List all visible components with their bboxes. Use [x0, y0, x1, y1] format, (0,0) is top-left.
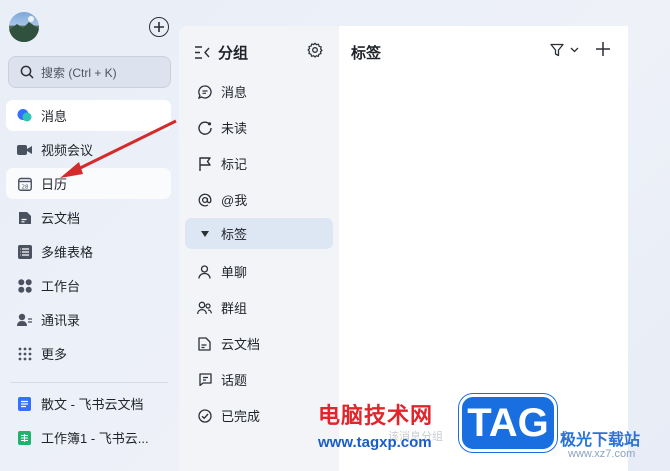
- filter-dropdown[interactable]: [549, 42, 582, 57]
- svg-text:28: 28: [21, 184, 28, 190]
- gear-icon[interactable]: [307, 42, 325, 60]
- nav-item-label: 通讯录: [41, 313, 81, 328]
- nav-item-label: 更多: [41, 347, 68, 362]
- contacts-icon: [17, 312, 32, 327]
- search-input[interactable]: 搜索 (Ctrl + K): [8, 56, 171, 88]
- group-item-direct-chats[interactable]: 单聊: [185, 256, 333, 287]
- person-icon: [197, 264, 212, 279]
- group-item-label: 标签: [221, 227, 248, 242]
- message-icon: [197, 84, 212, 99]
- group-item-messages[interactable]: 消息: [185, 76, 333, 107]
- panel-title: 标签: [351, 45, 382, 62]
- unread-icon: [197, 120, 212, 135]
- group-item-topics[interactable]: 话题: [185, 364, 333, 395]
- group-item-label: 消息: [221, 85, 248, 100]
- nav-item-cloud-docs[interactable]: 云文档: [6, 202, 171, 233]
- nav-item-more[interactable]: 更多: [6, 338, 171, 369]
- avatar[interactable]: [9, 12, 39, 42]
- group-item-label: 话题: [221, 373, 248, 388]
- watermark-url: www.tagxp.com: [318, 434, 432, 451]
- more-dots-icon: [17, 346, 32, 361]
- filter-icon: [549, 42, 564, 57]
- nav-item-workplace[interactable]: 工作台: [6, 270, 171, 301]
- group-item-label: 标记: [221, 157, 248, 172]
- video-camera-icon: [17, 142, 32, 157]
- group-item-mentions[interactable]: @我: [185, 184, 333, 215]
- watermark-site-url: www.xz7.com: [568, 448, 636, 460]
- group-header: 分组: [195, 42, 325, 62]
- create-plus-icon[interactable]: [149, 17, 169, 37]
- group-item-unread[interactable]: 未读: [185, 112, 333, 143]
- cloud-doc-icon: [17, 210, 32, 225]
- topic-icon: [197, 372, 212, 387]
- search-placeholder: 搜索 (Ctrl + K): [41, 65, 117, 80]
- chat-bubble-icon: [17, 108, 32, 123]
- check-circle-icon: [197, 408, 212, 423]
- group-title: 分组: [218, 44, 249, 62]
- group-item-done[interactable]: 已完成: [185, 400, 333, 431]
- divider: [10, 382, 168, 383]
- group-item-flagged[interactable]: 标记: [185, 148, 333, 179]
- nav-item-label: 云文档: [41, 211, 81, 226]
- watermark-tag-logo: TAG: [459, 394, 557, 452]
- watermark-brand: 电脑技术网: [318, 403, 434, 428]
- group-list-panel: 分组 消息 未读 标记 @我 标签 单聊 群组 云文档 话题 已完成: [179, 26, 339, 471]
- table-icon: [17, 244, 32, 259]
- nav-item-calendar[interactable]: 28 日历: [6, 168, 171, 199]
- calendar-icon: 28: [17, 176, 32, 191]
- group-item-label: 单聊: [221, 265, 248, 280]
- group-item-label: 群组: [221, 301, 248, 316]
- left-navigation: 搜索 (Ctrl + K) 消息 视频会议 28 日历 云文档 多维表格 工作台…: [0, 0, 178, 471]
- nav-item-label: 工作台: [41, 279, 81, 294]
- at-icon: [197, 192, 212, 207]
- grid-apps-icon: [17, 278, 32, 293]
- flag-icon: [197, 156, 212, 171]
- group-icon: [197, 300, 212, 315]
- group-item-label: @我: [221, 193, 248, 208]
- sheet-icon: [17, 430, 32, 445]
- nav-item-messages[interactable]: 消息: [6, 100, 171, 131]
- group-item-label: 已完成: [221, 409, 261, 424]
- nav-item-label: 多维表格: [41, 245, 94, 260]
- pinned-doc-essay[interactable]: 散文 - 飞书云文档: [6, 388, 171, 419]
- group-item-groups[interactable]: 群组: [185, 292, 333, 323]
- watermark-site-name: 极光下载站: [560, 432, 641, 449]
- cloud-doc-icon: [197, 336, 212, 351]
- nav-item-label: 视频会议: [41, 143, 94, 158]
- pinned-label: 工作簿1 - 飞书云...: [41, 431, 149, 446]
- group-item-label: 未读: [221, 121, 248, 136]
- group-item-label: 云文档: [221, 337, 261, 352]
- chevron-down-icon: [567, 42, 582, 57]
- search-icon: [19, 65, 34, 80]
- nav-item-video-meeting[interactable]: 视频会议: [6, 134, 171, 165]
- nav-item-bitable[interactable]: 多维表格: [6, 236, 171, 267]
- group-item-labels[interactable]: 标签: [185, 218, 333, 249]
- add-label-icon[interactable]: [595, 40, 611, 60]
- nav-item-label: 消息: [41, 109, 68, 124]
- triangle-down-icon: [197, 226, 212, 241]
- nav-item-contacts[interactable]: 通讯录: [6, 304, 171, 335]
- pinned-label: 散文 - 飞书云文档: [41, 397, 144, 412]
- group-item-cloud-docs[interactable]: 云文档: [185, 328, 333, 359]
- collapse-sidebar-icon[interactable]: [195, 45, 210, 60]
- pinned-sheet-workbook[interactable]: 工作簿1 - 飞书云...: [6, 422, 171, 453]
- doc-icon: [17, 396, 32, 411]
- nav-item-label: 日历: [41, 177, 68, 192]
